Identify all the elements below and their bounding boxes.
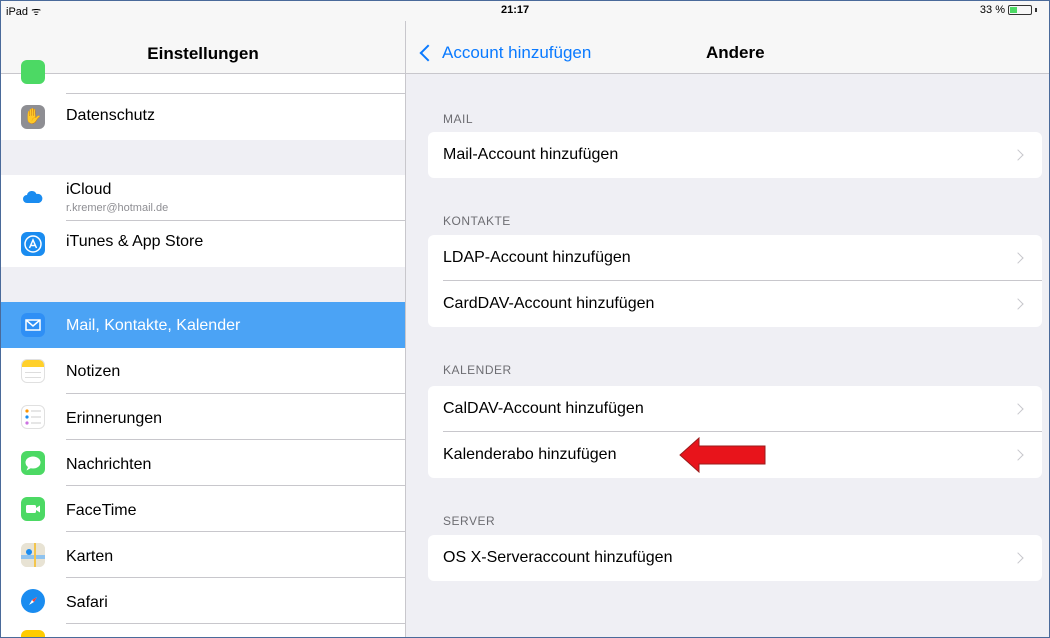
section-header-server: SERVER: [443, 514, 496, 528]
row-osx-server-account[interactable]: OS X-Serveraccount hinzufügen: [428, 535, 1042, 581]
section-server: OS X-Serveraccount hinzufügen: [428, 535, 1042, 581]
pane-divider: [405, 1, 406, 637]
yellow-app-icon: [21, 630, 45, 637]
chevron-right-icon: [1012, 403, 1024, 415]
sidebar-item-notizen[interactable]: Notizen: [1, 348, 405, 394]
row-caldav-account[interactable]: CalDAV-Account hinzufügen: [428, 386, 1042, 432]
reminders-icon: [21, 405, 45, 429]
status-bar: iPad ᯤ 21:17 33 %: [1, 1, 1049, 21]
sidebar-item-safari[interactable]: Safari: [1, 578, 405, 624]
sidebar-item-mail[interactable]: Mail, Kontakte, Kalender: [1, 302, 405, 348]
detail-title: Andere: [706, 43, 765, 62]
section-mail: Mail-Account hinzufügen: [428, 132, 1042, 178]
section-kontakte: LDAP-Account hinzufügen CardDAV-Account …: [428, 235, 1042, 327]
chevron-right-icon: [1012, 252, 1024, 264]
status-time: 21:17: [501, 4, 530, 16]
cloud-icon: [21, 186, 45, 210]
chevron-right-icon: [1012, 449, 1024, 461]
mail-icon: [21, 313, 45, 337]
sidebar-title: Einstellungen: [147, 44, 259, 63]
row-label: Mail-Account hinzufügen: [443, 146, 619, 163]
row-carddav-account[interactable]: CardDAV-Account hinzufügen: [428, 281, 1042, 327]
messages-icon: [21, 451, 45, 475]
sidebar-item-itunes[interactable]: iTunes & App Store: [1, 221, 405, 267]
battery-percent: 33 %: [979, 4, 1005, 16]
sidebar-item-partial[interactable]: [1, 60, 405, 94]
back-button-label: Account hinzufügen: [442, 43, 592, 62]
chevron-left-icon: [419, 44, 437, 62]
sidebar-item-label: Mail, Kontakte, Kalender: [66, 317, 241, 334]
facetime-icon: [21, 497, 45, 521]
sidebar-item-facetime[interactable]: FaceTime: [1, 486, 405, 532]
row-label: OS X-Serveraccount hinzufügen: [443, 549, 673, 566]
sidebar-item-erinnerungen[interactable]: Erinnerungen: [1, 394, 405, 440]
sidebar-item-nachrichten[interactable]: Nachrichten: [1, 440, 405, 486]
sidebar-item-label: iTunes & App Store: [66, 233, 204, 250]
chevron-right-icon: [1012, 149, 1024, 161]
row-label: Kalenderabo hinzufügen: [443, 446, 617, 463]
row-ldap-account[interactable]: LDAP-Account hinzufügen: [428, 235, 1042, 281]
maps-icon: [21, 543, 45, 567]
row-mail-account[interactable]: Mail-Account hinzufügen: [428, 132, 1042, 178]
sidebar-item-datenschutz[interactable]: ✋ Datenschutz: [1, 94, 405, 140]
red-arrow-annotation: [679, 437, 766, 473]
sidebar-item-label: iCloud: [66, 181, 112, 198]
row-label: CalDAV-Account hinzufügen: [443, 400, 644, 417]
sidebar-item-label: Datenschutz: [66, 107, 155, 124]
sidebar-item-label: Notizen: [66, 363, 121, 380]
battery-icon: [1008, 5, 1032, 15]
sidebar-item-icloud[interactable]: iCloud r.kremer@hotmail.de: [1, 175, 405, 221]
ipad-screen: Einstellungen ✋ Datenschutz iCloud r.kre…: [0, 0, 1050, 638]
sidebar-item-label: Karten: [66, 548, 114, 565]
battery-indicator: 33 %: [980, 4, 1037, 16]
app-store-icon: [21, 232, 45, 256]
section-header-mail: MAIL: [443, 112, 474, 126]
sidebar-item-partial-bottom[interactable]: [1, 624, 405, 637]
safari-icon: [21, 589, 45, 613]
hand-icon: ✋: [21, 105, 45, 129]
chevron-right-icon: [1012, 552, 1024, 564]
device-wifi-indicator: iPad ᯤ: [6, 6, 42, 18]
sidebar-item-label: Erinnerungen: [66, 410, 163, 427]
notes-icon: [21, 359, 45, 383]
sidebar-item-label: Safari: [66, 594, 108, 611]
row-label: CardDAV-Account hinzufügen: [443, 295, 655, 312]
back-button[interactable]: Account hinzufügen: [419, 43, 592, 63]
sidebar-item-label: FaceTime: [66, 502, 137, 519]
sidebar-item-label: Nachrichten: [66, 456, 152, 473]
row-label: LDAP-Account hinzufügen: [443, 249, 631, 266]
green-app-icon: [21, 60, 45, 84]
section-header-kalender: KALENDER: [443, 363, 512, 377]
chevron-right-icon: [1012, 298, 1024, 310]
detail-nav-bar: Account hinzufügen Andere: [406, 21, 1049, 74]
settings-sidebar: Einstellungen ✋ Datenschutz iCloud r.kre…: [1, 1, 405, 637]
section-header-kontakte: KONTAKTE: [443, 214, 511, 228]
sidebar-item-karten[interactable]: Karten: [1, 532, 405, 578]
sidebar-item-sublabel: r.kremer@hotmail.de: [66, 202, 169, 214]
sidebar-nav-bar: Einstellungen: [1, 21, 405, 74]
